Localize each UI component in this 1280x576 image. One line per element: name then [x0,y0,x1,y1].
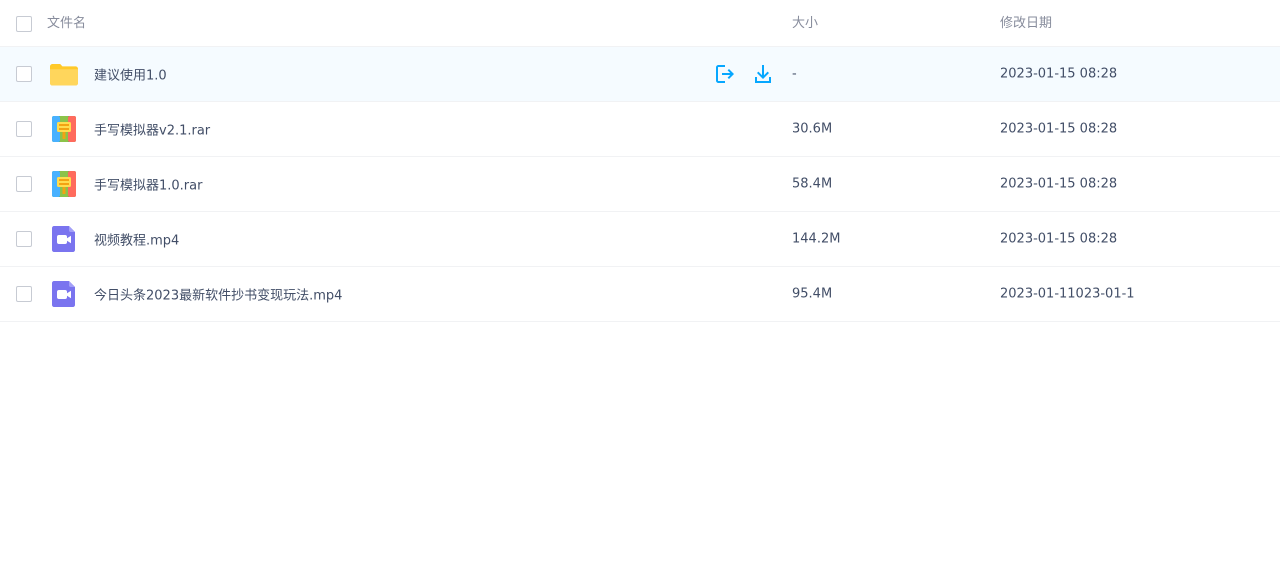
file-name[interactable]: 视频教程.mp4 [94,230,179,249]
file-name-column-header[interactable]: 文件名 [47,15,86,33]
file-name[interactable]: 手写模拟器v2.1.rar [94,120,210,139]
file-name[interactable]: 建议使用1.0 [94,65,167,84]
row-actions [711,62,775,86]
file-size: 144.2M [792,231,841,247]
folder-icon [50,64,78,86]
modified-date-column-header[interactable]: 修改日期 [1000,15,1052,33]
row-checkbox[interactable] [16,176,32,192]
file-row-video[interactable]: 视频教程.mp4 144.2M 2023-01-15 08:28 [0,212,1280,267]
select-all-checkbox[interactable] [16,16,32,32]
video-icon [52,281,75,307]
file-list: 文件名 大小 修改日期 建议使用1.0 - 2023-01-15 08:28 手… [0,0,1280,576]
file-name[interactable]: 今日头条2023最新软件抄书变现玩法.mp4 [94,285,342,304]
archive-icon [52,116,76,142]
row-checkbox[interactable] [16,286,32,302]
file-name[interactable]: 手写模拟器1.0.rar [94,175,202,194]
date-blur-overlay [1067,536,1247,576]
file-row-archive[interactable]: 手写模拟器v2.1.rar 30.6M 2023-01-15 08:28 [0,102,1280,157]
file-size: 58.4M [792,176,833,192]
row-checkbox[interactable] [16,121,32,137]
row-checkbox[interactable] [16,231,32,247]
file-date: 2023-01-15 08:28 [1000,121,1118,137]
file-row-folder[interactable]: 建议使用1.0 - 2023-01-15 08:28 [0,47,1280,102]
file-date: 2023-01-15 08:28 [1000,176,1118,192]
archive-icon [52,171,76,197]
file-size: - [792,66,797,82]
file-row-archive[interactable]: 手写模拟器1.0.rar 58.4M 2023-01-15 08:28 [0,157,1280,212]
file-size-column-header[interactable]: 大小 [792,15,818,33]
file-size: 30.6M [792,121,833,137]
file-row-video[interactable]: 今日头条2023最新软件抄书变现玩法.mp4 95.4M 2023-01-110… [0,267,1280,576]
video-icon [52,226,75,252]
file-date: 2023-01-11023-01-1 [1000,286,1135,302]
file-size: 95.4M [792,286,833,302]
file-date: 2023-01-15 08:28 [1000,66,1118,82]
open-icon[interactable] [711,62,735,86]
download-icon[interactable] [751,62,775,86]
file-date: 2023-01-15 08:28 [1000,231,1118,247]
row-checkbox[interactable] [16,66,32,82]
file-list-header: 文件名 大小 修改日期 [0,0,1280,47]
